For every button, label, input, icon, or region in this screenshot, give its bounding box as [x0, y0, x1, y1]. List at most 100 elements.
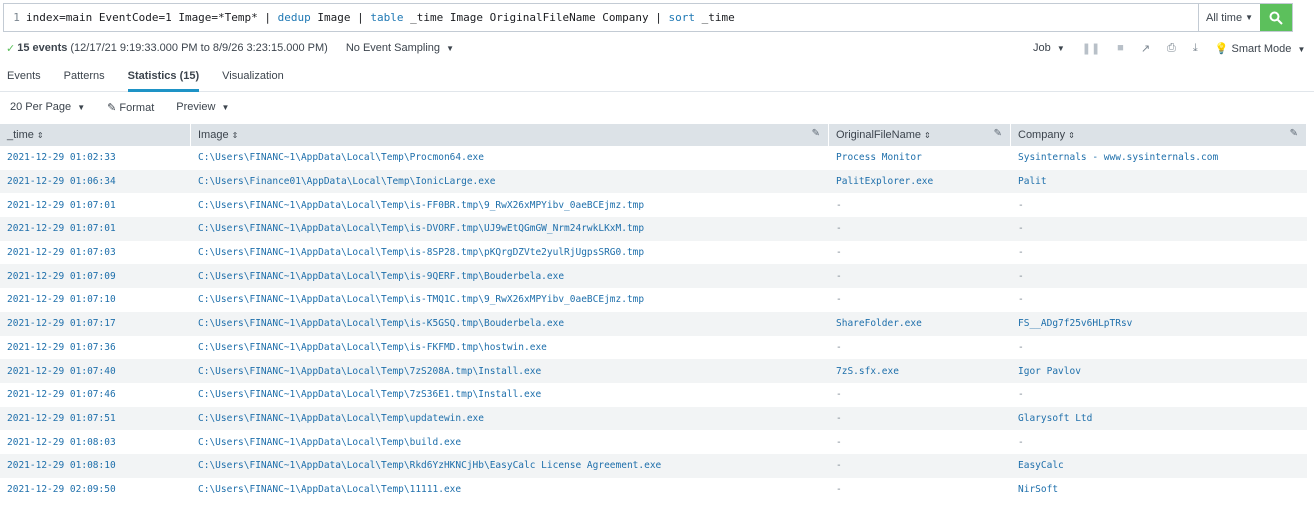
- cell-company[interactable]: FS__ADg7f25v6HLpTRsv: [1011, 318, 1307, 329]
- cell-image[interactable]: C:\Users\Finance01\AppData\Local\Temp\Io…: [191, 176, 829, 187]
- cell-company[interactable]: Palit: [1011, 176, 1307, 187]
- cell-image[interactable]: C:\Users\FINANC~1\AppData\Local\Temp\is-…: [191, 294, 829, 305]
- column-header-originalfilename[interactable]: OriginalFileName ⇕ ✎: [829, 124, 1011, 146]
- preview-dropdown[interactable]: Preview ▼: [176, 101, 229, 113]
- cell-time[interactable]: 2021-12-29 01:02:33: [0, 152, 191, 163]
- export-icon[interactable]: ⤓: [1193, 42, 1198, 55]
- job-label: Job: [1033, 42, 1051, 54]
- query-token: |: [357, 11, 371, 24]
- column-header-label: _time: [7, 129, 34, 141]
- tab-patterns[interactable]: Patterns: [64, 62, 105, 92]
- job-dropdown[interactable]: Job ▼: [1033, 42, 1065, 54]
- cell-company[interactable]: Sysinternals - www.sysinternals.com: [1011, 152, 1307, 163]
- pause-icon[interactable]: ❚❚: [1082, 42, 1100, 55]
- cell-time[interactable]: 2021-12-29 01:07:03: [0, 247, 191, 258]
- cell-image[interactable]: C:\Users\FINANC~1\AppData\Local\Temp\is-…: [191, 271, 829, 282]
- cell-image[interactable]: C:\Users\FINANC~1\AppData\Local\Temp\7zS…: [191, 389, 829, 400]
- cell-image[interactable]: C:\Users\FINANC~1\AppData\Local\Temp\Pro…: [191, 152, 829, 163]
- time-range-picker[interactable]: All time ▼: [1198, 4, 1260, 31]
- query-token: Image: [310, 11, 358, 24]
- column-header-label: Image: [198, 129, 229, 141]
- search-button[interactable]: [1260, 4, 1292, 31]
- cell-company: -: [1018, 223, 1024, 235]
- cell-time[interactable]: 2021-12-29 01:07:36: [0, 342, 191, 353]
- cell-image[interactable]: C:\Users\FINANC~1\AppData\Local\Temp\upd…: [191, 413, 829, 424]
- event-sampling-label: No Event Sampling: [345, 42, 441, 54]
- tab-events[interactable]: Events: [7, 62, 41, 92]
- cell-originalfilename[interactable]: ShareFolder.exe: [829, 318, 1011, 329]
- sort-icon[interactable]: ⇕: [232, 131, 239, 140]
- table-row: 2021-12-29 01:06:34 C:\Users\Finance01\Ap…: [0, 169, 1307, 194]
- cell-image[interactable]: C:\Users\FINANC~1\AppData\Local\Temp\is-…: [191, 342, 829, 353]
- cell-originalfilename: -: [836, 460, 842, 472]
- pencil-icon[interactable]: ✎: [812, 128, 820, 139]
- cell-company: -: [1018, 436, 1024, 448]
- cell-company[interactable]: NirSoft: [1011, 484, 1307, 495]
- cell-originalfilename[interactable]: 7zS.sfx.exe: [829, 366, 1011, 377]
- search-query[interactable]: index=main EventCode=1 Image=*Temp* | de…: [26, 11, 735, 24]
- cell-time[interactable]: 2021-12-29 02:09:50: [0, 484, 191, 495]
- tab-statistics[interactable]: Statistics (15): [127, 62, 200, 92]
- cell-image[interactable]: C:\Users\FINANC~1\AppData\Local\Temp\is-…: [191, 318, 829, 329]
- tab-visualization[interactable]: Visualization: [222, 62, 284, 92]
- per-page-dropdown[interactable]: 20 Per Page ▼: [10, 101, 85, 113]
- cell-originalfilename[interactable]: PalitExplorer.exe: [829, 176, 1011, 187]
- cell-company[interactable]: Igor Pavlov: [1011, 366, 1307, 377]
- cell-time[interactable]: 2021-12-29 01:08:03: [0, 437, 191, 448]
- column-header-image[interactable]: Image ⇕ ✎: [191, 124, 829, 146]
- cell-originalfilename[interactable]: Process Monitor: [829, 152, 1011, 163]
- cell-company[interactable]: EasyCalc: [1011, 460, 1307, 471]
- per-page-label: 20 Per Page: [10, 101, 72, 113]
- query-token: table: [370, 11, 404, 24]
- cell-time[interactable]: 2021-12-29 01:07:17: [0, 318, 191, 329]
- cell-image[interactable]: C:\Users\FINANC~1\AppData\Local\Temp\Rkd…: [191, 460, 829, 471]
- search-input[interactable]: 1 index=main EventCode=1 Image=*Temp* | …: [4, 4, 1198, 31]
- cell-originalfilename: -: [836, 436, 842, 448]
- query-token: _time: [694, 11, 735, 24]
- pencil-icon[interactable]: ✎: [1290, 128, 1298, 139]
- search-icon: [1269, 11, 1283, 25]
- search-mode-label: Smart Mode: [1231, 42, 1292, 55]
- print-icon[interactable]: ⎙: [1167, 42, 1176, 55]
- cell-time[interactable]: 2021-12-29 01:07:01: [0, 200, 191, 211]
- cell-time[interactable]: 2021-12-29 01:07:09: [0, 271, 191, 282]
- cell-originalfilename: -: [836, 199, 842, 211]
- table-row: 2021-12-29 01:07:46 C:\Users\FINANC~1\App…: [0, 383, 1307, 407]
- cell-image[interactable]: C:\Users\FINANC~1\AppData\Local\Temp\is-…: [191, 200, 829, 211]
- cell-company[interactable]: Glarysoft Ltd: [1011, 413, 1307, 424]
- stop-icon[interactable]: ■: [1117, 42, 1124, 54]
- cell-time[interactable]: 2021-12-29 01:07:10: [0, 294, 191, 305]
- table-header: _time ⇕ Image ⇕ ✎ OriginalFileName ⇕ ✎ C…: [0, 124, 1307, 146]
- column-header-time[interactable]: _time ⇕: [0, 124, 191, 146]
- time-range-label: All time: [1206, 11, 1243, 24]
- chevron-down-icon: ▼: [446, 44, 454, 53]
- cell-time[interactable]: 2021-12-29 01:07:46: [0, 389, 191, 400]
- sort-icon[interactable]: ⇕: [1068, 131, 1075, 140]
- cell-image[interactable]: C:\Users\FINANC~1\AppData\Local\Temp\is-…: [191, 223, 829, 234]
- cell-time[interactable]: 2021-12-29 01:08:10: [0, 460, 191, 471]
- sort-icon[interactable]: ⇕: [37, 131, 44, 140]
- format-button[interactable]: ✎ Format: [107, 101, 154, 114]
- share-icon[interactable]: ↗: [1141, 42, 1150, 55]
- search-mode-dropdown[interactable]: 💡 Smart Mode ▼: [1215, 42, 1306, 55]
- column-header-company[interactable]: Company ⇕ ✎: [1011, 124, 1307, 146]
- table-row: 2021-12-29 01:07:09 C:\Users\FINANC~1\App…: [0, 264, 1307, 289]
- pencil-icon[interactable]: ✎: [994, 128, 1002, 139]
- cell-originalfilename: -: [836, 483, 842, 495]
- cell-time[interactable]: 2021-12-29 01:07:51: [0, 413, 191, 424]
- query-token: dedup: [277, 11, 311, 24]
- cell-time[interactable]: 2021-12-29 01:07:40: [0, 366, 191, 377]
- event-sampling-dropdown[interactable]: No Event Sampling ▼: [346, 42, 454, 54]
- cell-image[interactable]: C:\Users\FINANC~1\AppData\Local\Temp\7zS…: [191, 366, 829, 377]
- sort-icon[interactable]: ⇕: [924, 131, 931, 140]
- cell-time[interactable]: 2021-12-29 01:06:34: [0, 176, 191, 187]
- check-icon: ✓: [6, 42, 16, 55]
- table-row: 2021-12-29 01:07:10 C:\Users\FINANC~1\App…: [0, 288, 1307, 312]
- cell-time[interactable]: 2021-12-29 01:07:01: [0, 223, 191, 234]
- cell-image[interactable]: C:\Users\FINANC~1\AppData\Local\Temp\is-…: [191, 247, 829, 258]
- table-body: 2021-12-29 01:02:33 C:\Users\FINANC~1\App…: [0, 146, 1307, 501]
- cell-image[interactable]: C:\Users\FINANC~1\AppData\Local\Temp\111…: [191, 484, 829, 495]
- result-tabs: Events Patterns Statistics (15) Visualiz…: [0, 62, 1314, 92]
- cell-image[interactable]: C:\Users\FINANC~1\AppData\Local\Temp\bui…: [191, 437, 829, 448]
- chevron-down-icon: ▼: [221, 103, 230, 112]
